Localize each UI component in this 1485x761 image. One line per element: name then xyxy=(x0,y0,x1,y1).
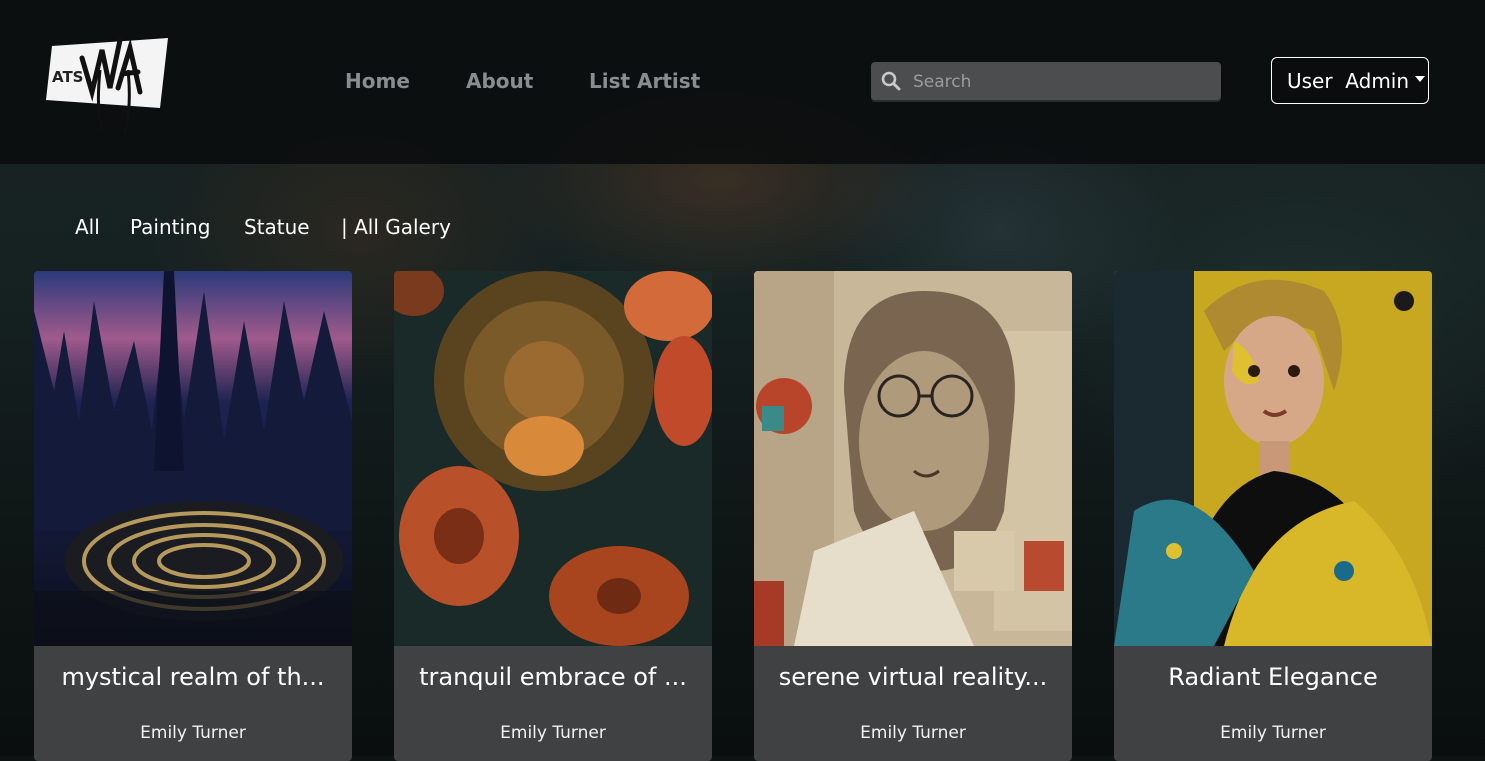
artwork-artist: Emily Turner xyxy=(140,723,246,743)
artwork-title: mystical realm of th... xyxy=(61,663,325,691)
filter-painting[interactable]: Painting xyxy=(130,212,210,242)
site-logo[interactable]: ATS xyxy=(44,30,170,136)
search-input[interactable] xyxy=(911,62,1215,102)
artwork-image xyxy=(394,271,712,646)
artwork-image xyxy=(754,271,1072,646)
top-navbar: ATS Home About List Artist User Admin xyxy=(0,0,1485,164)
logo-text: ATS xyxy=(52,68,83,86)
artwork-artist: Emily Turner xyxy=(1220,723,1326,743)
artwork-title: serene virtual reality... xyxy=(778,663,1048,691)
filter-statue[interactable]: Statue xyxy=(244,212,310,242)
nav-home[interactable]: Home xyxy=(345,66,410,96)
artwork-image xyxy=(34,271,352,646)
artwork-card[interactable]: Radiant Elegance Emily Turner xyxy=(1114,271,1432,761)
artwork-artist: Emily Turner xyxy=(860,723,966,743)
filter-all[interactable]: All xyxy=(75,212,100,242)
artwork-card[interactable]: serene virtual reality... Emily Turner xyxy=(754,271,1072,761)
nav-about[interactable]: About xyxy=(466,66,533,96)
artwork-title: tranquil embrace of ... xyxy=(419,663,687,691)
chevron-down-icon xyxy=(1415,75,1426,82)
user-menu-label: User Admin xyxy=(1287,68,1410,93)
search-box xyxy=(871,62,1221,102)
artwork-title: Radiant Elegance xyxy=(1168,663,1378,691)
search-icon[interactable] xyxy=(881,71,901,91)
filter-all-galery[interactable]: | All Galery xyxy=(341,212,451,242)
nav-list-artist[interactable]: List Artist xyxy=(589,66,700,96)
artwork-card[interactable]: mystical realm of th... Emily Turner xyxy=(34,271,352,761)
user-menu-button[interactable]: User Admin xyxy=(1271,57,1429,104)
artwork-image xyxy=(1114,271,1432,646)
artwork-artist: Emily Turner xyxy=(500,723,606,743)
artwork-card[interactable]: tranquil embrace of ... Emily Turner xyxy=(394,271,712,761)
